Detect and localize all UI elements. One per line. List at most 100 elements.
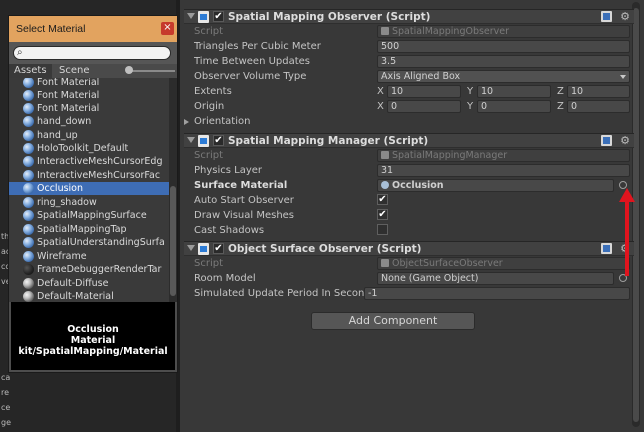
help-reference-icon[interactable] xyxy=(601,243,612,254)
field-label: Script xyxy=(194,150,224,161)
material-sphere-icon xyxy=(23,143,34,154)
red-arrow-annotation xyxy=(619,188,635,276)
list-item[interactable]: Font Material xyxy=(9,102,169,115)
search-field[interactable]: ⌕ xyxy=(13,46,171,60)
field-label: Script xyxy=(194,258,224,269)
material-sphere-icon xyxy=(23,251,34,262)
origin-y-input[interactable]: 0 xyxy=(477,100,551,113)
list-item[interactable]: SpatialMappingTap xyxy=(9,223,169,236)
extents-x-input[interactable]: 10 xyxy=(387,85,461,98)
list-item[interactable]: SpatialUnderstandingSurfa xyxy=(9,236,169,249)
z-axis-label: Z xyxy=(557,86,564,97)
list-item-label: FrameDebuggerRenderTar xyxy=(37,264,162,275)
triangles-per-cubic-meter-input[interactable]: 500 xyxy=(377,40,630,53)
panel-fragment-text: ce xyxy=(1,403,11,412)
component-header-spatial-mapping-observer[interactable]: ✔ Spatial Mapping Observer (Script) ⚙ xyxy=(184,9,634,24)
list-item[interactable]: Wireframe xyxy=(9,250,169,263)
list-item[interactable]: FrameDebuggerRenderTar xyxy=(9,263,169,276)
draw-visual-meshes-checkbox[interactable]: ✔ xyxy=(377,209,388,220)
script-icon xyxy=(198,135,209,147)
observer-volume-type-dropdown[interactable]: Axis Aligned Box xyxy=(377,70,630,83)
list-item[interactable]: Font Material xyxy=(9,89,169,102)
list-item-label: hand_up xyxy=(37,130,78,141)
material-list-scrollbar[interactable] xyxy=(169,78,177,302)
tab-scene[interactable]: Scene xyxy=(54,64,95,78)
list-item-label: SpatialMappingSurface xyxy=(37,210,147,221)
time-between-updates-input[interactable]: 3.5 xyxy=(377,55,630,68)
list-item[interactable]: Default-Diffuse xyxy=(9,277,169,290)
physics-layer-input[interactable]: 31 xyxy=(377,164,630,177)
surface-material-value: Occlusion xyxy=(392,180,444,191)
add-component-button[interactable]: Add Component xyxy=(311,312,475,330)
tab-assets[interactable]: Assets xyxy=(9,64,52,78)
slider-knob[interactable] xyxy=(125,66,133,74)
origin-x-input[interactable]: 0 xyxy=(387,100,461,113)
row-triangles-per-cubic-meter: Triangles Per Cubic Meter 500 xyxy=(194,40,630,54)
component-header-object-surface-observer[interactable]: ✔ Object Surface Observer (Script) ⚙ xyxy=(184,241,634,256)
component-header-spatial-mapping-manager[interactable]: ✔ Spatial Mapping Manager (Script) ⚙ xyxy=(184,133,634,148)
list-item-label: InteractiveMeshCursorEdg xyxy=(37,156,163,167)
help-reference-icon[interactable] xyxy=(601,11,612,22)
auto-start-observer-checkbox[interactable]: ✔ xyxy=(377,194,388,205)
origin-z-input[interactable]: 0 xyxy=(567,100,630,113)
script-field[interactable]: SpatialMappingObserver xyxy=(377,25,630,38)
list-item[interactable]: hand_up xyxy=(9,129,169,142)
foldout-arrow-icon[interactable] xyxy=(187,137,195,143)
gear-icon[interactable]: ⚙ xyxy=(620,10,630,23)
inspector-panel: ✔ Spatial Mapping Observer (Script) ⚙ Sc… xyxy=(180,0,644,432)
dialog-tabs: Assets Scene xyxy=(9,64,177,78)
extents-y-input[interactable]: 10 xyxy=(477,85,551,98)
row-room-model: Room Model None (Game Object) xyxy=(194,272,630,286)
list-item[interactable]: hand_down xyxy=(9,115,169,128)
room-model-field[interactable]: None (Game Object) xyxy=(377,272,614,285)
row-orientation[interactable]: Orientation xyxy=(184,115,620,129)
simulated-update-period-input[interactable]: -1 xyxy=(364,287,630,300)
field-label: Observer Volume Type xyxy=(194,71,307,82)
x-axis-label: X xyxy=(377,101,384,112)
field-label: Triangles Per Cubic Meter xyxy=(194,41,321,52)
list-item[interactable]: Default-Material xyxy=(9,290,169,302)
row-cast-shadows: Cast Shadows xyxy=(194,224,630,238)
extents-z-input[interactable]: 10 xyxy=(567,85,630,98)
material-preview-panel: Occlusion Material kit/SpatialMapping/Ma… xyxy=(11,302,175,370)
list-item-label: Font Material xyxy=(37,78,100,88)
material-list-scrollbar-thumb[interactable] xyxy=(170,186,176,296)
list-item[interactable]: HoloToolkit_Default xyxy=(9,142,169,155)
script-field[interactable]: ObjectSurfaceObserver xyxy=(377,257,630,270)
preview-name: Occlusion xyxy=(67,324,119,335)
component-enabled-checkbox[interactable]: ✔ xyxy=(213,243,224,254)
help-reference-icon[interactable] xyxy=(601,135,612,146)
list-item[interactable]: Font Material xyxy=(9,78,169,89)
material-sphere-icon xyxy=(23,197,34,208)
panel-fragment-text: ge xyxy=(1,418,11,427)
material-sphere-icon xyxy=(23,237,34,248)
field-label: Simulated Update Period In Seconds xyxy=(194,288,364,299)
foldout-arrow-icon[interactable] xyxy=(187,13,195,19)
panel-fragment-text: ca xyxy=(1,373,11,382)
foldout-arrow-icon[interactable] xyxy=(187,245,195,251)
list-item[interactable]: ring_shadow xyxy=(9,196,169,209)
material-sphere-black-icon xyxy=(23,264,34,275)
gear-icon[interactable]: ⚙ xyxy=(620,134,630,147)
cast-shadows-checkbox[interactable] xyxy=(377,224,388,235)
component-enabled-checkbox[interactable]: ✔ xyxy=(213,11,224,22)
dialog-title-bar[interactable]: Select Material × xyxy=(9,16,177,42)
list-item-label: ring_shadow xyxy=(37,197,97,208)
preview-size-slider[interactable] xyxy=(127,70,175,72)
list-item[interactable]: InteractiveMeshCursorFac xyxy=(9,169,169,182)
field-label: Script xyxy=(194,26,224,37)
component-title: Object Surface Observer (Script) xyxy=(228,243,422,255)
material-sphere-grey-icon xyxy=(23,278,34,289)
component-enabled-checkbox[interactable]: ✔ xyxy=(213,135,224,146)
field-label: Cast Shadows xyxy=(194,225,265,236)
foldout-arrow-icon[interactable] xyxy=(184,119,189,125)
list-item[interactable]: SpatialMappingSurface xyxy=(9,209,169,222)
script-icon xyxy=(198,243,209,255)
script-field[interactable]: SpatialMappingManager xyxy=(377,149,630,162)
surface-material-field[interactable]: Occlusion xyxy=(377,179,614,192)
list-item-selected[interactable]: Occlusion xyxy=(9,182,169,195)
list-item[interactable]: InteractiveMeshCursorEdg xyxy=(9,155,169,168)
search-input[interactable] xyxy=(29,47,167,59)
close-icon[interactable]: × xyxy=(161,22,174,35)
chevron-down-icon xyxy=(620,75,626,79)
